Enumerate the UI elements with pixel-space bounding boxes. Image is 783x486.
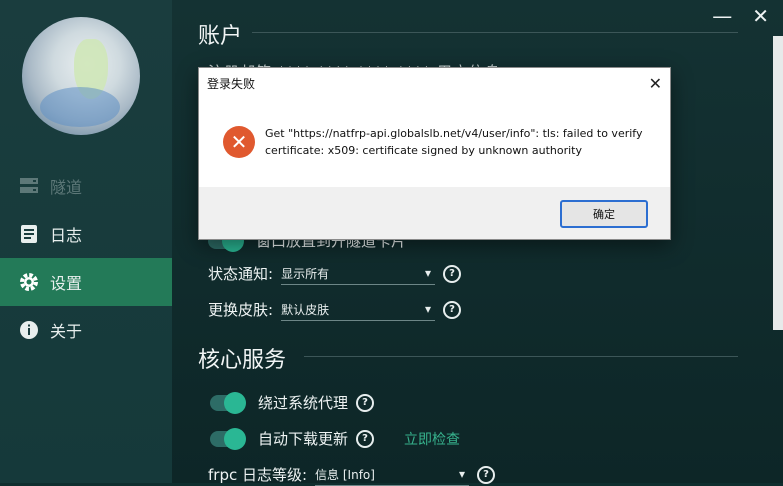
dialog-title: 登录失败 — [207, 76, 256, 91]
chevron-down-icon: ▾ — [459, 467, 466, 481]
core-section-title: 核心服务 — [198, 348, 287, 373]
sidebar-item-logs[interactable]: 日志 — [0, 210, 172, 258]
skin-value: 默认皮肤 — [281, 302, 330, 317]
help-icon[interactable]: ? — [356, 393, 375, 412]
chevron-down-icon: ▾ — [425, 302, 432, 316]
status-notify-value: 显示所有 — [281, 266, 330, 281]
account-section-title: 账户 — [198, 24, 243, 49]
divider — [252, 32, 738, 33]
sidebar: 隧道 日志 设置 关于 — [0, 0, 172, 483]
help-icon[interactable]: ? — [443, 264, 462, 283]
skin-select[interactable]: 默认皮肤 ▾ — [281, 298, 436, 321]
skin-label: 更换皮肤: — [208, 301, 274, 319]
chevron-down-icon: ▾ — [425, 266, 432, 280]
help-icon[interactable]: ? — [356, 429, 375, 448]
sidebar-nav: 隧道 日志 设置 关于 — [0, 162, 172, 354]
scrollbar[interactable] — [773, 36, 783, 330]
sidebar-item-settings[interactable]: 设置 — [0, 258, 172, 306]
auto-update-label: 自动下载更新 — [258, 430, 349, 448]
error-icon: ✕ — [223, 126, 255, 158]
status-notify-select[interactable]: 显示所有 ▾ — [281, 262, 436, 285]
avatar[interactable] — [22, 17, 140, 135]
auto-update-toggle[interactable] — [210, 427, 246, 450]
log-icon — [18, 223, 40, 245]
dialog-titlebar: 登录失败 ✕ — [199, 68, 670, 98]
sidebar-item-label: 设置 — [50, 274, 83, 293]
sidebar-item-label: 关于 — [50, 322, 83, 341]
log-level-value: 信息 [Info] — [315, 467, 375, 482]
bypass-proxy-toggle[interactable] — [210, 391, 246, 414]
status-notify-label: 状态通知: — [208, 265, 274, 283]
minimize-button[interactable]: — — [712, 4, 732, 28]
log-level-label: frpc 日志等级: — [208, 466, 308, 484]
window-controls: — ✕ — [712, 4, 769, 28]
auto-update-row: 自动下载更新 ? 立即检查 — [210, 427, 460, 450]
sidebar-item-tunnels[interactable]: 隧道 — [0, 162, 172, 210]
divider — [304, 356, 738, 357]
check-now-link[interactable]: 立即检查 — [404, 429, 460, 449]
dialog-message: Get "https://natfrp-api.globalslb.net/v4… — [265, 127, 643, 157]
bypass-proxy-label: 绕过系统代理 — [258, 394, 349, 412]
sidebar-item-about[interactable]: 关于 — [0, 306, 172, 354]
help-icon[interactable]: ? — [443, 300, 462, 319]
info-icon — [18, 319, 40, 341]
gear-icon — [18, 271, 40, 293]
sidebar-item-label: 日志 — [50, 226, 83, 245]
avatar-dress — [40, 87, 120, 127]
close-window-button[interactable]: ✕ — [752, 4, 769, 28]
status-notify-row: 状态通知: 显示所有 ▾ ? — [208, 262, 462, 285]
dialog-body: ✕ Get "https://natfrp-api.globalslb.net/… — [199, 98, 670, 186]
dialog-footer: 确定 — [199, 187, 670, 239]
help-icon[interactable]: ? — [477, 465, 496, 484]
skin-row: 更换皮肤: 默认皮肤 ▾ ? — [208, 298, 462, 321]
bypass-proxy-row: 绕过系统代理 ? — [210, 391, 375, 414]
dialog-close-button[interactable]: ✕ — [649, 74, 662, 93]
login-failed-dialog: 登录失败 ✕ ✕ Get "https://natfrp-api.globals… — [198, 67, 671, 240]
ok-button[interactable]: 确定 — [560, 200, 648, 228]
server-icon — [18, 175, 40, 197]
sidebar-item-label: 隧道 — [50, 178, 83, 197]
